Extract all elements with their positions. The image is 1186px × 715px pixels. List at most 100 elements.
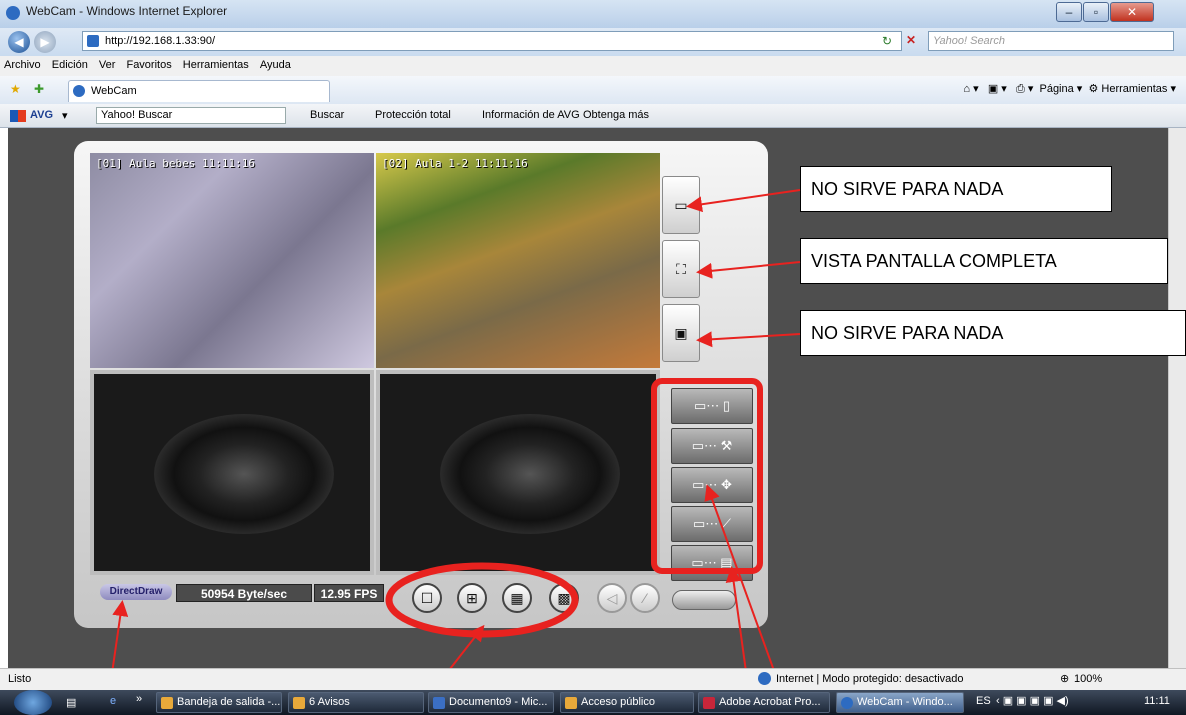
forward-button[interactable]: ▶ — [34, 31, 56, 53]
taskbar-item-label: WebCam - Windo... — [857, 696, 953, 708]
settings-button-4[interactable]: ▭⋯ ⟋ — [671, 506, 753, 542]
snapshot-button[interactable]: ▭ — [662, 176, 700, 234]
notes-icon — [293, 697, 305, 709]
back-button[interactable]: ◀ — [8, 31, 30, 53]
status-text: Listo — [8, 673, 32, 685]
refresh-icon[interactable]: ↻ — [882, 34, 892, 48]
taskbar-item-5[interactable]: Adobe Acrobat Pro... — [698, 692, 830, 713]
menu-favoritos[interactable]: Favoritos — [122, 56, 175, 71]
language-indicator[interactable]: ES — [976, 695, 991, 707]
bitrate-readout: 50954 Byte/sec — [176, 584, 312, 602]
renderer-badge: DirectDraw — [100, 584, 172, 600]
taskbar-item-label: Bandeja de salida -... — [177, 696, 281, 708]
audio-button[interactable]: ◁ — [597, 583, 627, 613]
taskbar-item-6[interactable]: WebCam - Windo... — [836, 692, 964, 713]
window-title: WebCam - Windows Internet Explorer — [26, 4, 228, 18]
taskbar-item-2[interactable]: 6 Avisos — [288, 692, 424, 713]
layout-sixteen-button[interactable]: ▩ — [549, 583, 579, 613]
tab-webcam[interactable]: WebCam — [68, 80, 330, 102]
microphone-button[interactable]: ⁄ — [630, 583, 660, 613]
settings-button-2[interactable]: ▭⋯ ⚒ — [671, 428, 753, 464]
word-icon — [433, 697, 445, 709]
gear-icon: ⚙ — [1088, 83, 1099, 95]
pagina-menu[interactable]: Página — [1039, 83, 1073, 95]
address-bar[interactable]: http://192.168.1.33:90/ — [82, 31, 902, 51]
proteccion-button[interactable]: Protección total — [375, 109, 451, 121]
camera-2-feed[interactable]: [02] Aula 1-2 11:11:16 — [376, 153, 660, 368]
globe-icon — [758, 672, 771, 685]
ie-quicklaunch-icon[interactable]: e — [110, 695, 116, 707]
herramientas-menu[interactable]: Herramientas — [1101, 83, 1167, 95]
camera-lens-icon — [154, 414, 334, 534]
search-placeholder: Yahoo! Search — [933, 35, 1005, 47]
avg-brand[interactable]: AVG — [30, 109, 53, 121]
taskbar-item-1[interactable]: Bandeja de salida -... — [156, 692, 282, 713]
settings-button-3[interactable]: ▭⋯ ✥ — [671, 467, 753, 503]
taskbar-item-4[interactable]: Acceso público — [560, 692, 694, 713]
obtenga-mas-button[interactable]: Obtenga más — [583, 109, 649, 121]
start-button[interactable] — [14, 690, 52, 715]
fullscreen-button[interactable]: ⛶ — [662, 240, 700, 298]
taskbar: ▤ e » Bandeja de salida -... 6 Avisos Do… — [0, 690, 1186, 715]
menu-ver[interactable]: Ver — [95, 56, 120, 71]
security-zone[interactable]: Internet | Modo protegido: desactivado — [776, 673, 964, 685]
tab-label: WebCam — [91, 85, 137, 97]
favorites-star-icon[interactable]: ★ — [10, 82, 21, 96]
minimize-button[interactable]: – — [1056, 2, 1082, 22]
quicklaunch-more-icon[interactable]: » — [136, 693, 142, 705]
stop-icon[interactable]: ✕ — [906, 33, 916, 47]
camera-4-feed[interactable] — [376, 370, 660, 575]
vertical-scrollbar[interactable] — [1168, 128, 1186, 668]
layout-quad-button[interactable]: ⊞ — [457, 583, 487, 613]
ie-tab-icon — [73, 85, 85, 97]
show-desktop-icon[interactable]: ▤ — [66, 696, 76, 709]
taskbar-item-label: Adobe Acrobat Pro... — [719, 696, 821, 708]
command-bar: ⌂ ▾ ▣ ▾ ⎙ ▾ Página ▾ ⚙ Herramientas ▾ — [963, 83, 1176, 95]
maximize-button[interactable]: ▫ — [1083, 2, 1109, 22]
tray-icons[interactable]: ‹ ▣ ▣ ▣ ▣ ◀) — [996, 694, 1069, 707]
menu-archivo[interactable]: Archivo — [0, 56, 45, 71]
layout-nine-button[interactable]: ▦ — [502, 583, 532, 613]
camera-lens-icon — [440, 414, 620, 534]
annotation-box-3: NO SIRVE PARA NADA — [800, 310, 1186, 356]
camera-3-feed[interactable] — [90, 370, 374, 575]
avg-logo-icon — [10, 110, 26, 122]
fps-readout: 12.95 FPS — [314, 584, 384, 602]
ie-icon — [6, 6, 20, 20]
home-icon[interactable]: ⌂ ▾ — [963, 83, 978, 95]
taskbar-item-3[interactable]: Documento9 - Mic... — [428, 692, 554, 713]
tab-bar: ★ ✚ WebCam ⌂ ▾ ▣ ▾ ⎙ ▾ Página ▾ ⚙ Herram… — [0, 76, 1186, 104]
menu-edicion[interactable]: Edición — [48, 56, 92, 71]
zoom-level[interactable]: 100% — [1074, 673, 1102, 685]
menu-bar: Archivo Edición Ver Favoritos Herramient… — [0, 56, 1186, 76]
info-avg-button[interactable]: Información de AVG — [482, 109, 580, 121]
zoom-icon: ⊕ — [1060, 673, 1070, 685]
taskbar-item-label: Documento9 - Mic... — [449, 696, 548, 708]
taskbar-item-label: Acceso público — [581, 696, 655, 708]
annotation-box-1: NO SIRVE PARA NADA — [800, 166, 1112, 212]
menu-herramientas[interactable]: Herramientas — [179, 56, 253, 71]
outlook-icon — [161, 697, 173, 709]
feeds-icon[interactable]: ▣ ▾ — [988, 83, 1007, 95]
avg-dropdown-icon[interactable]: ▾ — [62, 109, 68, 122]
settings-button-5[interactable]: ▭⋯ ▤ — [671, 545, 753, 581]
yahoo-search-field[interactable]: Yahoo! Buscar — [96, 107, 286, 124]
screenshot-root: { "window": {"title": "WebCam - Windows … — [0, 0, 1186, 715]
print-icon[interactable]: ⎙ ▾ — [1016, 83, 1033, 95]
close-button[interactable]: ✕ — [1110, 2, 1154, 22]
settings-button-1[interactable]: ▭⋯ ▯ — [671, 388, 753, 424]
buscar-button[interactable]: Buscar — [310, 109, 344, 121]
menu-ayuda[interactable]: Ayuda — [256, 56, 295, 71]
add-favorite-icon[interactable]: ✚ — [34, 82, 44, 96]
annotation-box-2: VISTA PANTALLA COMPLETA — [800, 238, 1168, 284]
camera-1-feed[interactable]: [01] Aula bebes 11:11:16 — [90, 153, 374, 368]
talk-toggle[interactable] — [672, 590, 736, 610]
clock[interactable]: 11:11 — [1144, 695, 1170, 707]
folder-icon — [565, 697, 577, 709]
search-input[interactable]: Yahoo! Search — [928, 31, 1174, 51]
layout-single-button[interactable]: ☐ — [412, 583, 442, 613]
camera-2-label: [02] Aula 1-2 11:11:16 — [382, 157, 528, 170]
record-button[interactable]: ▣ — [662, 304, 700, 362]
avg-toolbar: AVG ▾ Yahoo! Buscar Buscar Protección to… — [0, 104, 1186, 128]
page-icon — [87, 35, 99, 47]
